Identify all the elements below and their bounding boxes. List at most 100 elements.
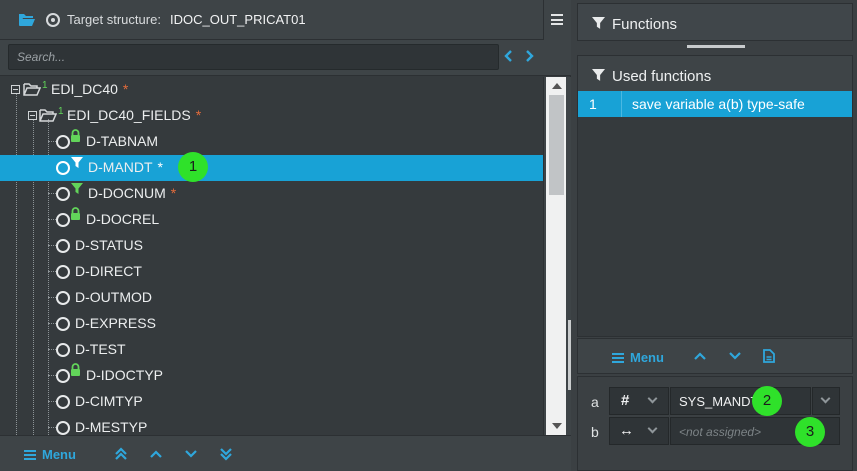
scrollbar-track[interactable] bbox=[546, 77, 566, 435]
tree-field-row[interactable]: D-DOCNUM * bbox=[0, 181, 543, 207]
functions-toolbar: Menu bbox=[577, 338, 853, 374]
field-radio-icon[interactable] bbox=[56, 135, 70, 149]
annotation-badge: 2 bbox=[752, 386, 782, 416]
filter-icon bbox=[71, 156, 83, 172]
double-arrow-icon: ↔ bbox=[619, 422, 634, 439]
modified-marker: * bbox=[157, 159, 163, 175]
source-structure-panel: Target structure: IDOC_OUT_PRICAT01 Sear… bbox=[0, 0, 571, 471]
field-radio-icon[interactable] bbox=[56, 265, 70, 279]
tree-field-row-selected[interactable]: D-MANDT * bbox=[0, 155, 543, 181]
function-number: 1 bbox=[589, 96, 597, 112]
tree-field-row[interactable]: D-TEST bbox=[0, 337, 543, 363]
functions-title: Functions bbox=[612, 16, 678, 33]
resize-grip[interactable] bbox=[687, 45, 745, 48]
field-radio-icon[interactable] bbox=[56, 395, 70, 409]
functions-header[interactable]: Functions bbox=[577, 3, 853, 41]
panel-splitter-handle[interactable] bbox=[568, 320, 571, 390]
tree-field-row[interactable]: D-TABNAM bbox=[0, 129, 543, 155]
filter-icon bbox=[592, 17, 605, 33]
tree-field-row[interactable]: D-CIMTYP bbox=[0, 389, 543, 415]
menu-button[interactable]: Menu bbox=[24, 446, 76, 462]
move-up-icon[interactable] bbox=[149, 447, 163, 464]
node-count-badge: 1 bbox=[58, 106, 64, 117]
tree-node-label: D-DOCREL bbox=[86, 211, 160, 227]
field-radio-icon[interactable] bbox=[56, 239, 70, 253]
structure-tree: 1 EDI_DC40 * 1 EDI_DC40_FIELDS * D-TABNAM bbox=[0, 77, 543, 435]
tree-node-label: D-DIRECT bbox=[75, 263, 142, 279]
field-radio-icon[interactable] bbox=[56, 369, 70, 383]
scroll-up-icon[interactable] bbox=[552, 83, 562, 89]
menu-button[interactable]: Menu bbox=[612, 349, 664, 365]
tree-node-label: D-MANDT bbox=[88, 159, 153, 175]
field-radio-icon[interactable] bbox=[56, 291, 70, 305]
node-count-badge: 1 bbox=[42, 80, 48, 91]
functions-panel: Functions Used functions 1 save variable… bbox=[577, 0, 857, 471]
structure-header: Target structure: IDOC_OUT_PRICAT01 bbox=[0, 0, 571, 40]
tree-node-group[interactable]: 1 EDI_DC40_FIELDS * bbox=[0, 103, 543, 129]
lock-icon bbox=[70, 207, 81, 223]
lock-icon bbox=[70, 363, 81, 379]
modified-marker: * bbox=[122, 81, 129, 97]
tree-field-row[interactable]: D-IDOCTYP bbox=[0, 363, 543, 389]
structure-menu-button[interactable] bbox=[543, 0, 571, 40]
collapse-icon[interactable] bbox=[28, 111, 37, 120]
filter-icon bbox=[71, 182, 83, 198]
hash-icon: # bbox=[621, 392, 630, 409]
param-value-field[interactable]: SYS_MANDT bbox=[670, 387, 811, 415]
field-radio-icon[interactable] bbox=[56, 187, 70, 201]
collapse-icon[interactable] bbox=[11, 85, 20, 94]
scroll-down-icon[interactable] bbox=[552, 423, 562, 429]
field-radio-icon[interactable] bbox=[56, 317, 70, 331]
target-structure-value: IDOC_OUT_PRICAT01 bbox=[170, 12, 306, 27]
chevron-right-icon[interactable] bbox=[523, 49, 537, 65]
chevron-down-icon bbox=[647, 393, 658, 404]
modified-marker: * bbox=[170, 185, 177, 201]
tree-node-label: EDI_DC40_FIELDS bbox=[67, 107, 191, 123]
target-structure-label: Target structure: bbox=[67, 12, 161, 27]
hamburger-icon bbox=[551, 14, 563, 25]
hamburger-icon bbox=[612, 352, 624, 363]
param-value-dropdown[interactable] bbox=[812, 387, 840, 415]
open-folder-icon: 1 bbox=[39, 106, 64, 125]
chevron-left-icon[interactable] bbox=[503, 49, 517, 65]
tree-node-label: D-TEST bbox=[75, 341, 126, 357]
tree-node-label: D-OUTMOD bbox=[75, 289, 152, 305]
tree-scrollbar[interactable] bbox=[543, 77, 571, 435]
param-name: b bbox=[591, 424, 599, 440]
tree-field-row[interactable]: D-STATUS bbox=[0, 233, 543, 259]
move-down-icon[interactable] bbox=[728, 349, 742, 366]
move-up-icon[interactable] bbox=[693, 349, 707, 366]
field-radio-icon[interactable] bbox=[56, 161, 70, 175]
tree-field-row[interactable]: D-OUTMOD bbox=[0, 285, 543, 311]
chevron-down-icon bbox=[647, 423, 658, 434]
tree-field-row[interactable]: D-DIRECT bbox=[0, 259, 543, 285]
field-radio-icon[interactable] bbox=[56, 213, 70, 227]
filter-icon bbox=[592, 69, 605, 85]
open-folder-icon: 1 bbox=[23, 80, 48, 99]
function-row-selected[interactable]: 1 save variable a(b) type-safe bbox=[578, 91, 852, 117]
field-radio-icon[interactable] bbox=[56, 421, 70, 435]
column-divider bbox=[621, 91, 622, 117]
annotation-badge: 3 bbox=[795, 417, 825, 447]
scrollbar-thumb[interactable] bbox=[549, 95, 564, 195]
search-input[interactable] bbox=[8, 44, 499, 70]
move-top-icon[interactable] bbox=[114, 447, 128, 464]
tree-field-row[interactable]: D-EXPRESS bbox=[0, 311, 543, 337]
chevron-down-icon bbox=[820, 393, 831, 404]
open-folder-icon[interactable] bbox=[18, 11, 36, 30]
search-row bbox=[0, 40, 571, 76]
tree-field-row[interactable]: D-MESTYP bbox=[0, 415, 543, 435]
used-functions-panel: Used functions 1 save variable a(b) type… bbox=[577, 55, 853, 337]
param-type-select[interactable]: ↔ bbox=[609, 417, 669, 445]
param-type-select[interactable]: # bbox=[609, 387, 669, 415]
tree-node-root[interactable]: 1 EDI_DC40 * bbox=[0, 77, 543, 103]
tree-field-row[interactable]: D-DOCREL bbox=[0, 207, 543, 233]
tree-node-label: D-TABNAM bbox=[86, 133, 159, 149]
target-structure-radio-icon[interactable] bbox=[46, 13, 60, 27]
document-icon[interactable] bbox=[763, 349, 775, 366]
tree-node-label: D-DOCNUM bbox=[88, 185, 166, 201]
move-bottom-icon[interactable] bbox=[219, 447, 233, 464]
tree-toolbar: Menu bbox=[0, 435, 571, 471]
move-down-icon[interactable] bbox=[184, 447, 198, 464]
field-radio-icon[interactable] bbox=[56, 343, 70, 357]
